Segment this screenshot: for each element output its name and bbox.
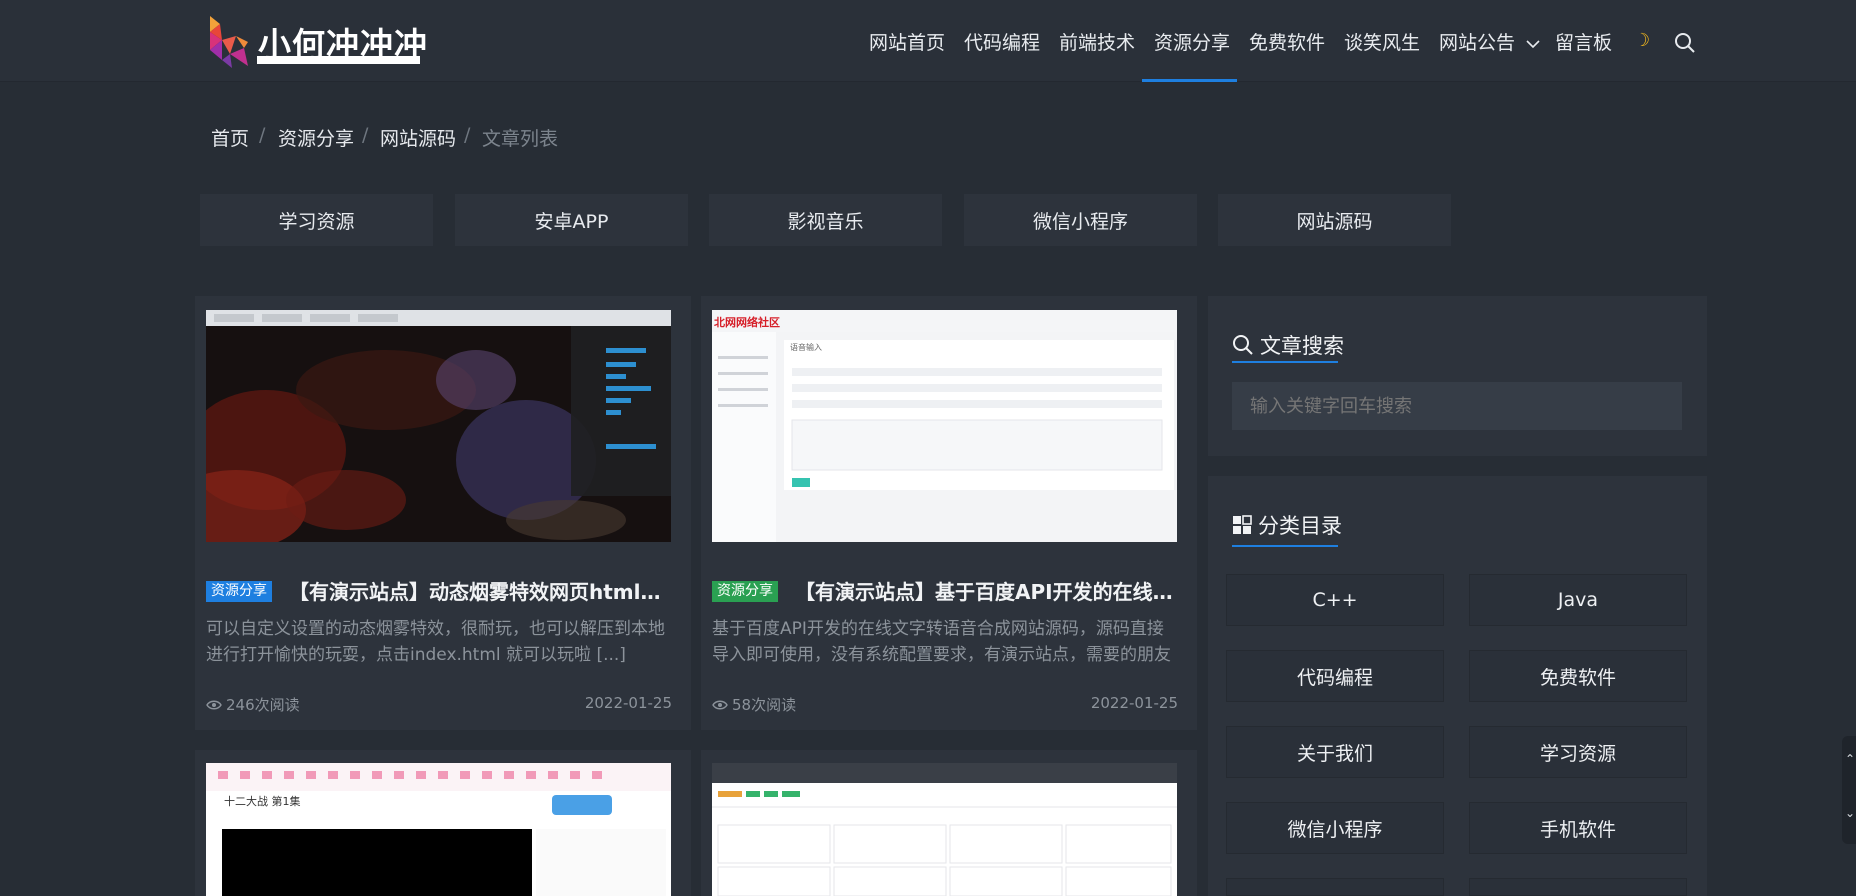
category-widget-title-text: 分类目录 bbox=[1258, 514, 1342, 538]
post-excerpt: 可以自定义设置的动态烟雾特效，很耐玩，也可以解压到本地进行打开愉快的玩耍，点击i… bbox=[206, 619, 665, 665]
post-card[interactable]: 资源分享 【有演示站点】动态烟雾特效网页html汉化版 可以自定义设置的动态烟雾… bbox=[195, 296, 691, 730]
tts-site-screenshot bbox=[712, 310, 1177, 542]
post-thumbnail[interactable] bbox=[712, 763, 1177, 896]
post-card[interactable]: 北网网络社区 语音输入 资源分享 【有演示站点】基于百度API开发的在线文字转语… bbox=[701, 296, 1197, 730]
breadcrumb-separator: / bbox=[464, 124, 471, 146]
eye-icon bbox=[206, 700, 222, 709]
post-category-badge[interactable]: 资源分享 bbox=[206, 581, 272, 602]
breadcrumb-separator: / bbox=[259, 124, 266, 146]
chevron-down-icon bbox=[1526, 39, 1540, 48]
nav-item-free-software[interactable]: 免费软件 bbox=[1249, 28, 1325, 55]
post-thumbnail[interactable]: 北网网络社区 语音输入 bbox=[712, 310, 1177, 542]
sidebar-category-about[interactable]: 关于我们 bbox=[1226, 726, 1444, 778]
post-views: 58次阅读 bbox=[712, 694, 796, 715]
admin-site-screenshot bbox=[712, 763, 1177, 896]
post-views-count: 246次阅读 bbox=[226, 696, 300, 714]
search-widget: 文章搜索 bbox=[1208, 296, 1707, 456]
post-title[interactable]: 【有演示站点】动态烟雾特效网页html汉化版 bbox=[289, 576, 677, 605]
nav-item-coding[interactable]: 代码编程 bbox=[964, 28, 1040, 55]
post-views: 246次阅读 bbox=[206, 694, 300, 715]
video-title-text: 十二大战 第1集 bbox=[224, 795, 301, 808]
sidebar-category-coding[interactable]: 代码编程 bbox=[1226, 650, 1444, 702]
chevron-up-icon[interactable]: ⌃ bbox=[1845, 752, 1855, 766]
nav-item-announcements[interactable]: 网站公告 bbox=[1439, 28, 1541, 55]
eye-icon bbox=[712, 700, 728, 709]
post-date: 2022-01-25 bbox=[1090, 694, 1178, 712]
breadcrumb-resources[interactable]: 资源分享 bbox=[278, 124, 354, 151]
breadcrumb-separator: / bbox=[362, 124, 369, 146]
category-button-learning[interactable]: 学习资源 bbox=[200, 194, 433, 246]
sidebar-category-free-software[interactable]: 免费软件 bbox=[1469, 650, 1687, 702]
article-search-input[interactable] bbox=[1232, 382, 1682, 430]
site-heading-text: 语音输入 bbox=[790, 343, 822, 352]
sidebar-category-wechat-miniapp[interactable]: 微信小程序 bbox=[1226, 802, 1444, 854]
post-card[interactable]: 十二大战 第1集 bbox=[195, 750, 691, 896]
title-underline bbox=[1232, 361, 1338, 363]
category-button-media[interactable]: 影视音乐 bbox=[709, 194, 942, 246]
grid-icon bbox=[1233, 515, 1252, 534]
category-widget-title: 分类目录 bbox=[1232, 510, 1342, 540]
site-brand-text: 北网网络社区 bbox=[714, 316, 780, 329]
site-header: 小何冲冲冲 网站首页 代码编程 前端技术 资源分享 免费软件 谈笑风生 网站公告… bbox=[0, 0, 1856, 82]
breadcrumb-source-code[interactable]: 网站源码 bbox=[380, 124, 456, 151]
chevron-down-icon[interactable]: ⌄ bbox=[1845, 806, 1855, 820]
nav-item-resources[interactable]: 资源分享 bbox=[1154, 28, 1230, 55]
category-button-android-app[interactable]: 安卓APP bbox=[455, 194, 688, 246]
nav-item-guestbook[interactable]: 留言板 bbox=[1555, 28, 1612, 55]
post-title[interactable]: 【有演示站点】基于百度API开发的在线文字转语音合成网站源码 bbox=[795, 576, 1183, 605]
title-underline bbox=[1232, 545, 1338, 547]
sidebar-category-mobile-software[interactable]: 手机软件 bbox=[1469, 802, 1687, 854]
video-site-screenshot bbox=[206, 763, 671, 896]
post-thumbnail[interactable] bbox=[206, 310, 671, 542]
nav-active-indicator bbox=[1142, 79, 1237, 82]
dark-mode-toggle-icon[interactable]: ☽ bbox=[1634, 30, 1650, 51]
sidebar-category-cpp[interactable]: C++ bbox=[1226, 574, 1444, 626]
nav-item-home[interactable]: 网站首页 bbox=[869, 28, 945, 55]
post-category-badge[interactable]: 资源分享 bbox=[712, 581, 778, 602]
search-icon bbox=[1233, 335, 1253, 355]
sidebar-category-java[interactable]: Java bbox=[1469, 574, 1687, 626]
nav-item-frontend[interactable]: 前端技术 bbox=[1059, 28, 1135, 55]
post-card[interactable] bbox=[701, 750, 1197, 896]
nav-item-announcements-label: 网站公告 bbox=[1439, 32, 1516, 54]
breadcrumb-home[interactable]: 首页 bbox=[211, 124, 249, 151]
post-thumbnail[interactable]: 十二大战 第1集 bbox=[206, 763, 671, 896]
post-excerpt: 基于百度API开发的在线文字转语音合成网站源码，源码直接导入即可使用，没有系统配… bbox=[712, 619, 1171, 665]
smoke-effect-screenshot bbox=[206, 310, 671, 542]
sidebar-category-learning[interactable]: 学习资源 bbox=[1469, 726, 1687, 778]
post-date: 2022-01-25 bbox=[584, 694, 672, 712]
category-button-wechat-miniapp[interactable]: 微信小程序 bbox=[964, 194, 1197, 246]
post-views-count: 58次阅读 bbox=[732, 696, 797, 714]
category-button-source-code[interactable]: 网站源码 bbox=[1218, 194, 1451, 246]
category-widget: 分类目录 C++ Java 代码编程 免费软件 关于我们 学习资源 微信小程序 … bbox=[1208, 476, 1707, 896]
sidebar-category-more[interactable] bbox=[1469, 878, 1687, 896]
search-widget-title-text: 文章搜索 bbox=[1260, 334, 1344, 358]
sidebar-category-more[interactable] bbox=[1226, 878, 1444, 896]
nav-item-chat[interactable]: 谈笑风生 bbox=[1344, 28, 1420, 55]
site-logo[interactable]: 小何冲冲冲 bbox=[208, 14, 427, 70]
logo-underline bbox=[257, 56, 420, 64]
breadcrumb-current: 文章列表 bbox=[482, 128, 559, 150]
scroll-controls[interactable]: ⌃ ⌄ bbox=[1842, 736, 1856, 844]
logo-mark-icon bbox=[210, 16, 248, 68]
search-icon[interactable] bbox=[1674, 32, 1696, 54]
search-widget-title: 文章搜索 bbox=[1232, 330, 1344, 360]
